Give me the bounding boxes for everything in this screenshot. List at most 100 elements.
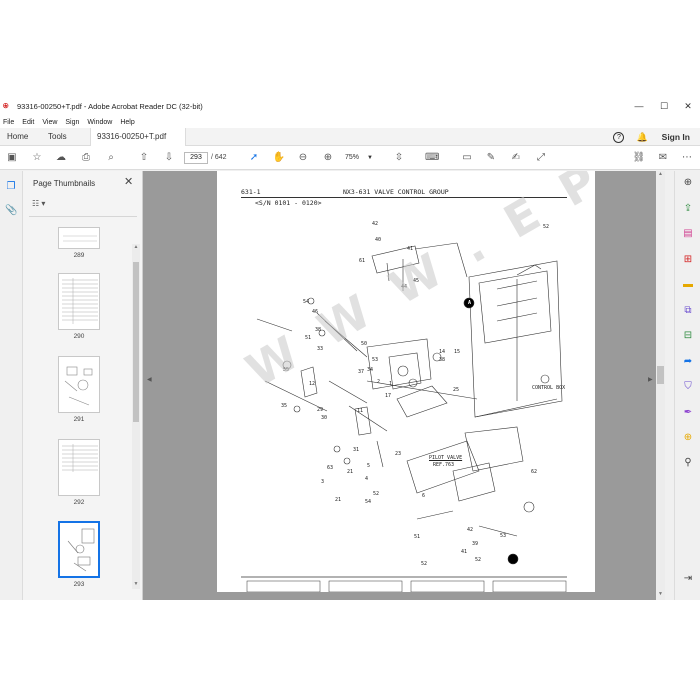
page-thumbnails-icon[interactable]: ❐	[5, 181, 17, 193]
page-fit-icon[interactable]: ⇳	[392, 151, 406, 165]
find-search-icon[interactable]: ⌕	[104, 151, 118, 165]
collapse-tools-icon[interactable]: ⇥	[682, 573, 694, 585]
thumbnail-preview	[62, 444, 98, 472]
fill-sign-icon[interactable]: ✒	[682, 407, 694, 419]
tab-document[interactable]: 93316-00250+T.pdf ×	[90, 128, 186, 159]
thumbnail-page-current[interactable]	[58, 521, 100, 578]
page-thumbnails-panel: Page Thumbnails ✕ ☷ ▾ 289 290 291 292 29…	[23, 171, 143, 600]
callout: 50	[361, 341, 368, 347]
hand-tool-icon[interactable]: ✋	[272, 151, 286, 165]
pdf-page: 631-1 NX3-631 VALVE CONTROL GROUP <S/N 0…	[217, 171, 595, 592]
previous-page-icon[interactable]: ⇧	[137, 151, 151, 165]
upload-cloud-icon[interactable]: ☁	[54, 151, 68, 165]
export-pdf-icon[interactable]: ⇪	[682, 203, 694, 215]
help-icon[interactable]: ?	[613, 131, 625, 143]
email-icon[interactable]: ✉	[656, 151, 670, 165]
thumbnail-preview	[67, 528, 95, 572]
callout: 37	[358, 369, 365, 375]
callout: 63	[327, 465, 334, 471]
overflow-menu-icon[interactable]: ⋯	[680, 151, 694, 165]
callout: 52	[475, 557, 482, 563]
thumbnail-page[interactable]	[58, 439, 100, 496]
zoom-select[interactable]: 75% ▼	[345, 152, 373, 164]
scroll-down-icon[interactable]: ▼	[656, 591, 665, 600]
panel-title: Page Thumbnails	[33, 179, 96, 188]
zoom-in-icon[interactable]: ⊕	[321, 151, 335, 165]
notifications-bell-icon[interactable]: 🔔	[636, 132, 647, 143]
menu-sign[interactable]: Sign	[65, 119, 79, 126]
combine-files-icon[interactable]: ⧉	[682, 305, 694, 317]
menu-edit[interactable]: Edit	[22, 119, 34, 126]
thumbnail-page[interactable]	[58, 356, 100, 413]
bookmark-star-icon[interactable]: ☆	[30, 151, 44, 165]
scroll-down-icon[interactable]: ▼	[132, 581, 140, 589]
comment-icon[interactable]: ▬	[682, 279, 694, 291]
callout: 30	[321, 415, 328, 421]
menu-file[interactable]: File	[3, 119, 14, 126]
scrollbar-thumb[interactable]	[657, 366, 664, 384]
collapse-left-panel-icon[interactable]: ◀	[147, 376, 152, 383]
sign-in-button[interactable]: Sign In	[662, 132, 690, 142]
close-window-button[interactable]: ✕	[673, 96, 700, 116]
protect-icon[interactable]: ⛉	[682, 381, 694, 393]
pin-icon[interactable]: ⚲	[682, 457, 694, 469]
zoom-in-icon[interactable]: ⊕	[682, 177, 694, 189]
more-tools-icon[interactable]: ⊕	[682, 432, 694, 444]
acrobat-window: ⍟ 93316-00250+T.pdf - Adobe Acrobat Read…	[0, 96, 700, 600]
document-scrollbar[interactable]: ▲ ▼	[656, 171, 665, 600]
panel-close-icon[interactable]: ✕	[124, 175, 133, 188]
link-share-icon[interactable]: ⛓	[632, 151, 646, 165]
callout: 23	[395, 451, 402, 457]
thumbnail-options-icon[interactable]: ☷ ▾	[32, 199, 52, 211]
zoom-out-icon[interactable]: ⊖	[296, 151, 310, 165]
callout: 40	[375, 237, 382, 243]
tab-document-label: 93316-00250+T.pdf	[97, 132, 167, 141]
highlight-pen-icon[interactable]: ✎	[484, 151, 498, 165]
callout: 17	[385, 393, 392, 399]
send-icon[interactable]: ➦	[682, 356, 694, 368]
left-nav-rail: ❐ 📎	[0, 171, 23, 600]
callout: 61	[359, 258, 366, 264]
callout: 54	[303, 299, 310, 305]
thumbnail-preview	[63, 235, 97, 242]
collapse-right-panel-icon[interactable]: ▶	[648, 376, 653, 383]
callout: 42	[467, 527, 474, 533]
organize-pages-icon[interactable]: ▤	[682, 228, 694, 240]
scrollbar-thumb[interactable]	[133, 262, 139, 422]
thumbnail-page[interactable]	[58, 227, 100, 249]
tab-tools[interactable]: Tools	[48, 128, 67, 146]
document-view: ◀ ▶ 631-1 NX3-631 VALVE CONTROL GROUP <S…	[143, 171, 665, 600]
edit-pdf-icon[interactable]: ⊟	[682, 330, 694, 342]
callout-marker-a: A	[468, 300, 472, 306]
page-number-input[interactable]: 293	[184, 152, 208, 164]
acrobat-app-icon: ⍟	[3, 101, 9, 111]
thumbnail-label: 293	[73, 581, 85, 588]
scroll-up-icon[interactable]: ▲	[656, 171, 665, 180]
callout: 35	[281, 403, 288, 409]
next-page-icon[interactable]: ⇩	[162, 151, 176, 165]
callout: 21	[347, 469, 354, 475]
keyboard-tool-icon[interactable]: ⌨	[425, 151, 439, 165]
print-icon[interactable]: ⎙	[79, 151, 93, 165]
select-cursor-icon[interactable]: ➚	[247, 151, 261, 165]
create-pdf-icon[interactable]: ⊞	[682, 254, 694, 266]
menu-view[interactable]: View	[42, 119, 57, 126]
comment-tool-icon[interactable]: ▭	[460, 151, 474, 165]
callout: 39	[472, 541, 479, 547]
scroll-up-icon[interactable]: ▲	[132, 244, 140, 252]
thumbnail-page[interactable]	[58, 273, 100, 330]
menu-window[interactable]: Window	[87, 119, 112, 126]
more-markup-icon[interactable]: ⤢	[534, 151, 548, 165]
callout: 15	[454, 349, 461, 355]
thumbnail-label: 289	[73, 252, 85, 259]
callout: 4	[365, 476, 369, 482]
menu-help[interactable]: Help	[120, 119, 134, 126]
thumbnail-label: 292	[73, 499, 85, 506]
thumbnail-scrollbar[interactable]: ▲ ▼	[132, 244, 140, 589]
callout: 34	[367, 367, 374, 373]
save-icon[interactable]: ▣	[5, 151, 19, 165]
tab-home[interactable]: Home	[7, 128, 28, 146]
ref-label: REF.763	[433, 462, 455, 468]
attachments-paperclip-icon[interactable]: 📎	[5, 205, 17, 217]
draw-sign-icon[interactable]: ✍	[509, 151, 523, 165]
